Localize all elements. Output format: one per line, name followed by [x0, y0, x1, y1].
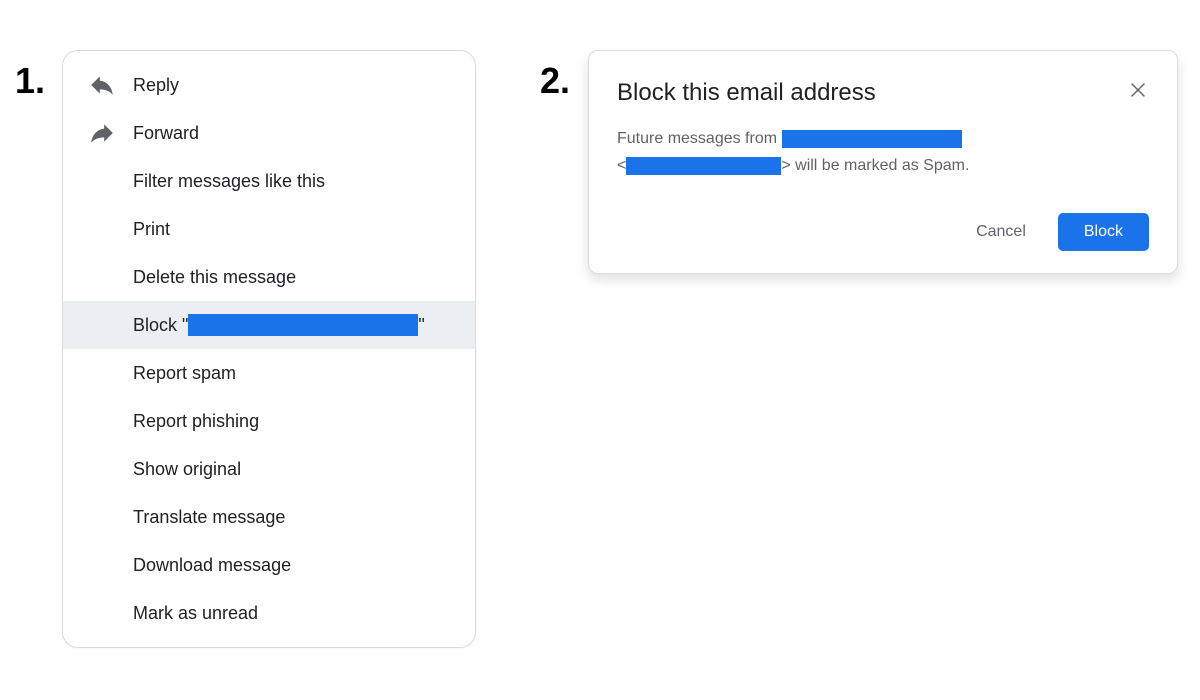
menu-item-label: Translate message: [133, 507, 285, 528]
menu-item-print[interactable]: Print: [63, 205, 475, 253]
menu-item-forward[interactable]: Forward: [63, 109, 475, 157]
forward-icon: [89, 120, 133, 146]
menu-item-block-sender[interactable]: Block " ": [63, 301, 475, 349]
menu-item-filter[interactable]: Filter messages like this: [63, 157, 475, 205]
reply-icon: [89, 72, 133, 98]
menu-item-download[interactable]: Download message: [63, 541, 475, 589]
menu-item-label: Forward: [133, 123, 199, 144]
cancel-button[interactable]: Cancel: [966, 215, 1036, 249]
menu-item-show-original[interactable]: Show original: [63, 445, 475, 493]
menu-item-translate[interactable]: Translate message: [63, 493, 475, 541]
menu-item-label-suffix: ": [418, 315, 424, 336]
menu-item-label: Report spam: [133, 363, 236, 384]
redacted-sender-email: [626, 157, 781, 175]
dialog-body-suffix: will be marked as Spam.: [791, 157, 970, 174]
block-email-dialog: Block this email address Future messages…: [588, 50, 1178, 274]
menu-item-label: Filter messages like this: [133, 171, 325, 192]
menu-item-label: Show original: [133, 459, 241, 480]
block-button[interactable]: Block: [1058, 213, 1149, 251]
redacted-sender-name: [188, 314, 418, 336]
dialog-actions: Cancel Block: [617, 213, 1149, 251]
angle-open: <: [617, 157, 626, 174]
menu-item-label: Reply: [133, 75, 179, 96]
menu-item-label: Mark as unread: [133, 603, 258, 624]
step-number-1: 1.: [15, 60, 45, 102]
menu-item-label: Print: [133, 219, 170, 240]
menu-item-label: Report phishing: [133, 411, 259, 432]
close-icon[interactable]: [1127, 79, 1149, 106]
menu-item-mark-unread[interactable]: Mark as unread: [63, 589, 475, 637]
menu-item-delete[interactable]: Delete this message: [63, 253, 475, 301]
menu-item-label: Download message: [133, 555, 291, 576]
dialog-body: Future messages from < > will be marked a…: [617, 125, 1149, 179]
dialog-title: Block this email address: [617, 79, 876, 107]
menu-item-report-phishing[interactable]: Report phishing: [63, 397, 475, 445]
menu-item-label-prefix: Block ": [133, 315, 188, 336]
dialog-body-prefix: Future messages from: [617, 130, 782, 147]
menu-item-label: Delete this message: [133, 267, 296, 288]
redacted-sender-name: [782, 130, 962, 148]
step-number-2: 2.: [540, 60, 570, 102]
menu-item-report-spam[interactable]: Report spam: [63, 349, 475, 397]
message-context-menu: Reply Forward Filter messages like this …: [62, 50, 476, 648]
menu-item-reply[interactable]: Reply: [63, 61, 475, 109]
angle-close: >: [781, 157, 790, 174]
